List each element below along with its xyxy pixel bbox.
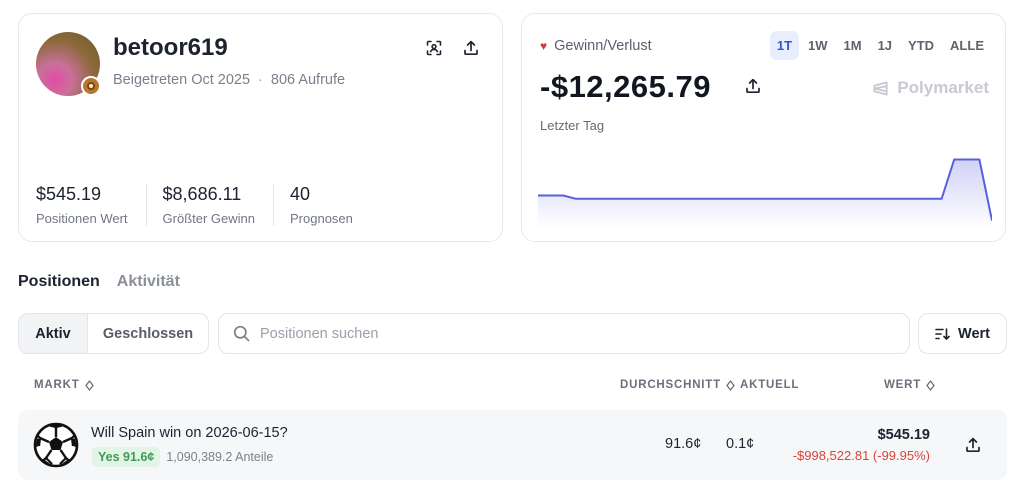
header-current: AKTUELL [740, 379, 799, 391]
section-tabs: Positionen Aktivität [18, 273, 180, 291]
stat-label: Prognosen [290, 211, 353, 226]
position-value: $545.19 [877, 427, 930, 443]
profile-stats: $545.19 Positionen Wert $8,686.11 Größte… [36, 184, 387, 226]
stat-biggest-win: $8,686.11 Größter Gewinn [162, 184, 275, 226]
header-value-label: WERT [884, 379, 922, 391]
soccer-ball-icon [33, 422, 79, 468]
share-icon[interactable] [745, 78, 761, 94]
range-tab-ytd[interactable]: YTD [901, 31, 941, 60]
search-box [218, 313, 910, 354]
stat-predictions: 40 Prognosen [290, 184, 371, 226]
shares-count: 1,090,389.2 Anteile [166, 450, 274, 464]
chart-period: Letzter Tag [540, 118, 605, 133]
position-pnl: -$998,522.81 (-99.95%) [792, 448, 930, 463]
header-average-label: DURCHSCHNITT [620, 379, 721, 391]
brand-name: Polymarket [897, 78, 989, 97]
pnl-label: Gewinn/Verlust [554, 38, 652, 54]
tab-activity[interactable]: Aktivität [117, 273, 180, 291]
current-price: 0.1¢ [726, 436, 755, 452]
pnl-value: -$12,265.79 [540, 69, 711, 104]
stat-label: Positionen Wert [36, 211, 128, 226]
joined-date: Beigetreten Oct 2025 [113, 72, 251, 88]
range-tabs: 1T 1W 1M 1J YTD ALLE [769, 31, 991, 60]
range-tab-1t[interactable]: 1T [769, 31, 800, 60]
stat-value: 40 [290, 184, 311, 204]
stat-value: $8,686.11 [162, 184, 242, 204]
header-average[interactable]: DURCHSCHNITT [620, 379, 735, 391]
search-input[interactable] [260, 325, 880, 342]
heart-icon: ♥ [540, 39, 548, 53]
view-count: 806 Aufrufe [270, 72, 346, 88]
position-outcome: Yes 91.6¢ 1,090,389.2 Anteile [92, 447, 273, 467]
outcome-badge: Yes 91.6¢ [92, 447, 161, 467]
profile-card: betoor619 Beigetreten Oct 2025 · 806 Auf… [18, 13, 503, 242]
scan-profile-button[interactable] [422, 36, 446, 60]
average-price: 91.6¢ [665, 436, 702, 452]
profile-meta: Beigetreten Oct 2025 · 806 Aufrufe [113, 72, 345, 88]
polymarket-logo-icon [873, 80, 888, 96]
status-filter: Aktiv Geschlossen [18, 313, 209, 354]
range-tab-1j[interactable]: 1J [871, 31, 899, 60]
pnl-label-row: ♥ Gewinn/Verlust [540, 38, 652, 54]
scan-icon [426, 40, 442, 56]
sort-button[interactable]: Wert [918, 313, 1007, 354]
search-icon [233, 325, 250, 342]
header-current-label: AKTUELL [740, 379, 800, 391]
table-row[interactable]: Will Spain win on 2026-06-15? Yes 91.6¢ … [18, 410, 1007, 480]
username: betoor619 [113, 34, 228, 61]
range-tab-1m[interactable]: 1M [837, 31, 869, 60]
brand-logo: Polymarket [872, 78, 989, 98]
rank-badge-icon [81, 76, 101, 96]
sort-toggle-icon [726, 379, 735, 391]
share-icon [464, 40, 478, 56]
sort-label: Wert [958, 325, 990, 342]
header-market-label: MARKT [34, 379, 80, 391]
stat-positions-value: $545.19 Positionen Wert [36, 184, 147, 226]
sort-toggle-icon [926, 379, 935, 391]
market-title[interactable]: Will Spain win on 2026-06-15? [91, 425, 288, 441]
share-profile-button[interactable] [459, 36, 483, 60]
header-market[interactable]: MARKT [34, 379, 94, 391]
stat-label: Größter Gewinn [162, 211, 256, 226]
pnl-chart [538, 158, 992, 229]
pnl-area [538, 159, 992, 229]
range-tab-alle[interactable]: ALLE [943, 31, 991, 60]
stat-value: $545.19 [36, 184, 102, 204]
meta-separator: · [258, 72, 263, 88]
pnl-card: ♥ Gewinn/Verlust 1T 1W 1M 1J YTD ALLE -$… [521, 13, 1006, 242]
range-tab-1w[interactable]: 1W [801, 31, 835, 60]
share-icon[interactable] [965, 437, 981, 453]
tab-positions[interactable]: Positionen [18, 273, 100, 291]
sort-icon [935, 327, 950, 340]
header-value[interactable]: WERT [884, 379, 935, 391]
filter-active-button[interactable]: Aktiv [19, 314, 88, 353]
sort-toggle-icon [84, 379, 94, 391]
filter-closed-button[interactable]: Geschlossen [88, 314, 208, 353]
